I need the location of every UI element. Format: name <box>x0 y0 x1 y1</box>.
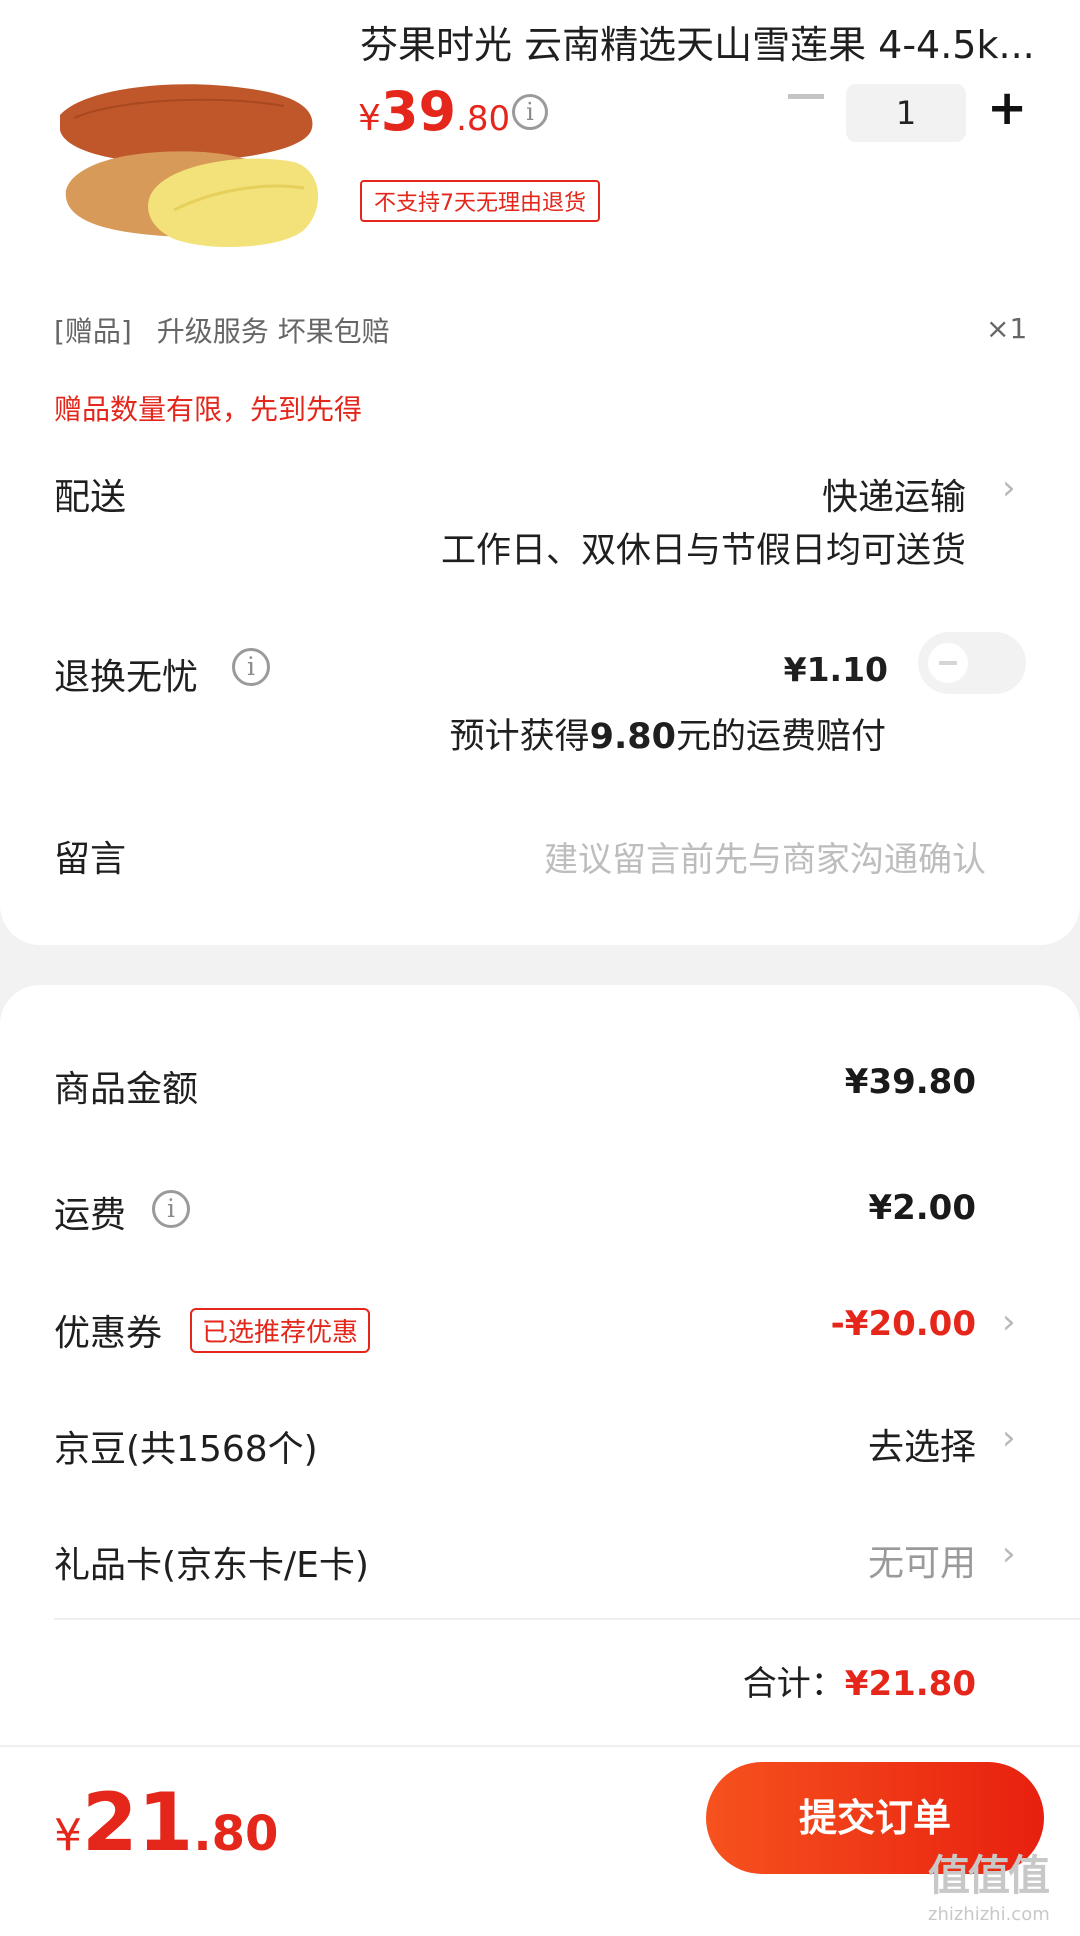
coupon-selected-badge: 已选推荐优惠 <box>190 1308 371 1353</box>
bottom-price-integer: 21 <box>82 1776 194 1869</box>
coupon-label[interactable]: 优惠券 <box>54 1304 162 1356</box>
shipping-fee-value: ¥2.00 <box>868 1188 976 1228</box>
delivery-method[interactable]: 快递运输 <box>822 468 966 520</box>
return-service-note: 预计获得9.80元的运费赔付 <box>450 708 886 759</box>
price-currency: ¥ <box>358 98 381 139</box>
quantity-input[interactable]: 1 <box>846 84 966 142</box>
return-service-price: ¥1.10 <box>783 650 888 689</box>
watermark-logo: 值值值 <box>928 1851 1050 1900</box>
product-price: ¥39.80 <box>358 80 510 143</box>
shipping-info-icon[interactable]: i <box>152 1190 190 1228</box>
goods-amount-value: ¥39.80 <box>844 1062 976 1102</box>
gift-tag: [赠品] <box>54 315 132 348</box>
bottom-price-decimal: .80 <box>193 1806 279 1862</box>
goods-amount-label: 商品金额 <box>54 1069 199 1110</box>
shipping-fee-label: 运费 <box>54 1195 127 1236</box>
gift-limit-note: 赠品数量有限，先到先得 <box>54 393 363 426</box>
chevron-right-icon[interactable]: › <box>1002 1302 1016 1342</box>
gift-card-label[interactable]: 礼品卡(京东卡/E卡) <box>54 1536 369 1588</box>
gift-count: ×1 <box>986 312 1028 345</box>
watermark-url: zhizhizhi.com <box>928 1904 1050 1925</box>
price-decimal: .80 <box>456 99 511 139</box>
message-input[interactable]: 建议留言前先与商家沟通确认 <box>544 832 986 881</box>
product-title[interactable]: 芬果时光 云南精选天山雪莲果 4-4.5k... <box>360 14 1035 69</box>
jd-beans-value[interactable]: 去选择 <box>868 1418 976 1470</box>
gift-row: [赠品] 升级服务 坏果包赔 <box>54 310 390 350</box>
chevron-right-icon[interactable]: › <box>1002 1418 1016 1458</box>
message-label: 留言 <box>54 839 127 880</box>
bottom-total-price: ¥21.80 <box>54 1776 278 1869</box>
quantity-increase-button[interactable]: + <box>987 84 1027 132</box>
summary-divider <box>54 1618 1080 1620</box>
gift-card-value[interactable]: 无可用 <box>868 1534 976 1586</box>
price-info-icon[interactable]: i <box>512 94 548 130</box>
delivery-label: 配送 <box>54 477 127 518</box>
note-amount: 9.80 <box>589 717 676 757</box>
return-service-label: 退换无忧 <box>54 657 199 698</box>
note-prefix: 预计获得 <box>449 717 590 757</box>
return-policy-badge: 不支持7天无理由退货 <box>360 180 600 222</box>
jd-beans-label[interactable]: 京豆(共1568个) <box>54 1420 318 1472</box>
return-service-toggle[interactable] <box>918 632 1026 694</box>
total-value: ¥21.80 <box>844 1664 976 1704</box>
note-suffix: 元的运费赔付 <box>675 717 886 757</box>
fruit-icon <box>60 84 319 248</box>
price-integer: 39 <box>380 80 457 143</box>
bottom-price-currency: ¥ <box>54 1810 82 1861</box>
quantity-decrease-button[interactable] <box>788 94 824 99</box>
coupon-value[interactable]: -¥20.00 <box>831 1304 976 1344</box>
order-item-card: 芬果时光 云南精选天山雪莲果 4-4.5k... ¥39.80 i 1 + 不支… <box>0 0 1080 945</box>
chevron-right-icon[interactable]: › <box>1002 1534 1016 1574</box>
toggle-knob <box>928 643 968 683</box>
product-image[interactable] <box>54 70 324 250</box>
gift-name: 升级服务 坏果包赔 <box>156 315 390 348</box>
return-service-info-icon[interactable]: i <box>232 648 270 686</box>
total-label: 合计： <box>742 1664 845 1704</box>
delivery-note: 工作日、双休日与节假日均可送货 <box>440 531 966 571</box>
chevron-right-icon[interactable]: › <box>1002 468 1016 508</box>
total-row: 合计：¥21.80 <box>743 1656 976 1705</box>
